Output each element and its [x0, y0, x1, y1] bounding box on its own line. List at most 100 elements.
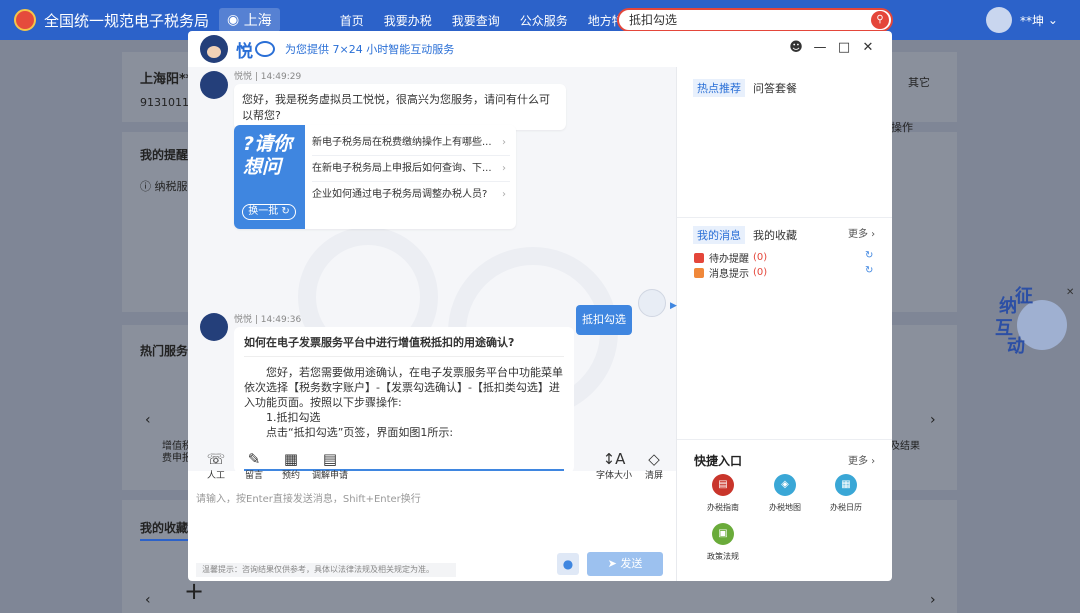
- divider: [676, 67, 677, 581]
- suggestion-banner: ?请你 想问 换一批 ↻: [234, 125, 305, 229]
- nav-do-tax[interactable]: 我要办税: [384, 12, 432, 29]
- message-input[interactable]: 请输入，按Enter直接发送消息，Shift+Enter换行: [196, 490, 421, 505]
- user-name: **坤: [1020, 13, 1045, 28]
- message-notice-row[interactable]: 消息提示 (0): [694, 265, 767, 280]
- message-meta: 悦悦 | 14:49:29: [234, 72, 302, 82]
- close-icon[interactable]: ✕: [856, 40, 880, 55]
- quick-tax-calendar[interactable]: ▦ 办税日历: [818, 474, 874, 513]
- site-title: 全国统一规范电子税务局: [44, 11, 210, 30]
- avatar: [986, 7, 1012, 33]
- minimize-icon[interactable]: —: [808, 40, 832, 55]
- answer-title: 如何在电子发票服务平台中进行增值税抵扣的用途确认?: [244, 335, 564, 357]
- quick-label: 办税日历: [830, 503, 862, 512]
- user-message-bubble: 抵扣勾选: [576, 305, 632, 335]
- more-label: 更多: [848, 456, 868, 467]
- message-tabs: 我的消息 我的收藏: [693, 226, 801, 244]
- main-nav: 首页 我要办税 我要查询 公众服务 地方特色: [340, 12, 656, 29]
- quick-entry-title: 快捷入口: [694, 454, 743, 468]
- quick-tax-guide[interactable]: ▤ 办税指南: [695, 474, 751, 513]
- suggestion-item[interactable]: 新电子税务局在税费缴纳操作上有哪些... ›: [312, 130, 510, 156]
- interaction-floater[interactable]: 征 纳 互 动: [995, 282, 1075, 357]
- send-button[interactable]: ➤ 发送: [587, 552, 663, 576]
- calendar-icon: ▦: [283, 450, 299, 468]
- bot-avatar: [200, 313, 228, 341]
- swap-batch-button[interactable]: 换一批 ↻: [242, 204, 296, 220]
- compass-icon: ◈: [774, 474, 796, 496]
- tool-label: 预约: [281, 471, 300, 481]
- message-icon: [694, 267, 704, 278]
- font-size-button[interactable]: ↕A 字体大小: [594, 450, 634, 481]
- answer-step-detail: 点击“抵扣勾选”页签，界面如图1所示:: [266, 426, 454, 439]
- message-meta: 悦悦 | 14:49:36: [234, 315, 302, 325]
- info-icon: ⓘ: [140, 180, 155, 193]
- chevron-left-icon[interactable]: ‹: [145, 412, 151, 428]
- microphone-icon[interactable]: ●: [557, 553, 579, 575]
- tool-label: 留言: [244, 471, 263, 481]
- tab-my-favorites[interactable]: 我的收藏: [749, 226, 801, 244]
- tab-qa-package[interactable]: 问答套餐: [749, 79, 801, 97]
- company-name: 上海阳**: [140, 72, 193, 87]
- user-avatar: [638, 289, 666, 317]
- more-quick-link[interactable]: 更多 ›: [848, 452, 875, 467]
- chat-area[interactable]: 悦悦 | 14:49:29 您好，我是税务虚拟员工悦悦，很高兴为您服务，请问有什…: [188, 67, 676, 471]
- edit-icon: ✎: [247, 450, 261, 468]
- refresh-icon[interactable]: ↻: [865, 250, 873, 261]
- notice-count: (0): [753, 267, 768, 278]
- tool-label: 调解申请: [311, 471, 348, 481]
- quick-label: 办税指南: [707, 503, 739, 512]
- reminders-title: 我的提醒: [140, 148, 189, 162]
- tool-label: 人工: [206, 471, 225, 481]
- appointment-button[interactable]: ▦ 预约: [279, 450, 303, 481]
- region-selector[interactable]: ◉ 上海: [219, 8, 280, 32]
- divider: [677, 439, 892, 440]
- leave-message-button[interactable]: ✎ 留言: [242, 450, 266, 481]
- dialog-header: 悦 为您提供 7×24 小时智能互动服务 ☻ — □ ✕: [188, 31, 892, 67]
- suggestion-text: 企业如何通过电子税务局调整办税人员?: [312, 189, 488, 200]
- nav-public[interactable]: 公众服务: [520, 12, 568, 29]
- answer-body: 您好，若您需要做用途确认，在电子发票服务平台中功能菜单依次选择【税务数字账户】-…: [244, 366, 563, 409]
- search-value: 抵扣勾选: [629, 13, 678, 27]
- chevron-left-icon[interactable]: ‹: [145, 592, 151, 608]
- search-icon[interactable]: ⚲: [871, 11, 889, 29]
- chevron-right-icon[interactable]: ›: [930, 592, 936, 608]
- other-link[interactable]: 其它: [908, 74, 930, 90]
- favorites-title[interactable]: 我的收藏: [140, 519, 189, 541]
- assistant-dialog: 悦 为您提供 7×24 小时智能互动服务 ☻ — □ ✕ 悦悦 | 14:49:…: [188, 31, 892, 581]
- more-messages-link[interactable]: 更多 ›: [848, 225, 875, 240]
- location-icon: ◉: [227, 12, 244, 28]
- search-input[interactable]: 抵扣勾选 ⚲: [617, 8, 893, 32]
- todo-label: 待办提醒: [709, 254, 749, 265]
- refresh-icon[interactable]: ↻: [865, 265, 873, 276]
- add-favorite-icon[interactable]: +: [184, 577, 204, 605]
- site-logo[interactable]: 全国统一规范电子税务局 ◉ 上海: [14, 8, 280, 32]
- suggestion-item[interactable]: 在新电子税务局上申报后如何查询、下... ›: [312, 156, 510, 182]
- bot-avatar: [200, 35, 228, 63]
- nav-query[interactable]: 我要查询: [452, 12, 500, 29]
- user-icon[interactable]: ☻: [784, 40, 808, 55]
- chevron-right-icon: ›: [868, 229, 876, 240]
- service-result[interactable]: 及结果: [890, 437, 920, 452]
- suggestion-item[interactable]: 企业如何通过电子税务局调整办税人员? ›: [312, 182, 510, 208]
- tagline: 为您提供 7×24 小时智能互动服务: [285, 43, 455, 56]
- clear-screen-button[interactable]: ◇ 清屏: [640, 450, 668, 481]
- refresh-icon: ↻: [281, 206, 290, 217]
- tab-my-messages[interactable]: 我的消息: [693, 226, 745, 244]
- region-label: 上海: [243, 13, 272, 29]
- maximize-icon[interactable]: □: [832, 40, 856, 55]
- chevron-right-icon[interactable]: ›: [930, 412, 936, 428]
- ops-link[interactable]: 操作: [891, 119, 913, 135]
- chevron-right-icon: ›: [868, 456, 876, 467]
- todo-reminder-row[interactable]: 待办提醒 (0): [694, 250, 767, 265]
- user-menu[interactable]: **坤 ⌄: [986, 7, 1058, 33]
- greeting-bubble: 您好，我是税务虚拟员工悦悦，很高兴为您服务，请问有什么可以帮您?: [234, 84, 566, 130]
- quick-policy[interactable]: ▣ 政策法规: [695, 523, 751, 562]
- eraser-icon: ◇: [648, 450, 660, 468]
- more-label: 更多: [848, 229, 868, 240]
- quick-tax-map[interactable]: ◈ 办税地图: [757, 474, 813, 513]
- human-agent-button[interactable]: ☏ 人工: [204, 450, 228, 481]
- expand-arrow-icon[interactable]: ▶: [670, 301, 677, 311]
- mediation-button[interactable]: ▤ 调解申请: [308, 450, 352, 481]
- tab-hot-recommend[interactable]: 热点推荐: [693, 79, 745, 97]
- nav-home[interactable]: 首页: [340, 12, 364, 29]
- taxpayer-label: ⓘ 纳税服: [140, 178, 188, 194]
